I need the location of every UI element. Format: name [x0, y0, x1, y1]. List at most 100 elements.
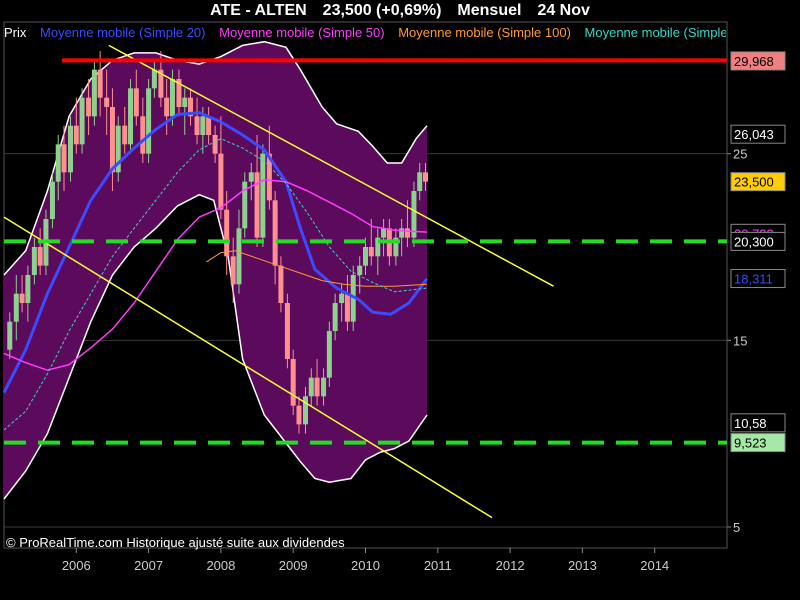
price-label: 18,311: [730, 269, 786, 289]
candle-body: [326, 331, 332, 378]
candle-body: [278, 265, 284, 303]
price-label-text: 23,500: [734, 175, 774, 190]
candle-body: [423, 172, 429, 182]
candle: [290, 349, 296, 415]
candle-body: [49, 181, 55, 219]
price-label: 10,58: [730, 413, 786, 433]
candle-body: [224, 209, 230, 257]
x-tick-label: 2007: [134, 558, 163, 573]
candle-body: [194, 116, 200, 135]
candle-body: [25, 275, 31, 303]
candle: [79, 88, 85, 154]
legend-item-sma50: Moyenne mobile (Simple 50): [219, 25, 385, 40]
candle-body: [31, 247, 37, 275]
candle-body: [218, 153, 224, 210]
candle: [128, 79, 134, 154]
price-label-text: 29,968: [734, 54, 774, 69]
candle: [68, 116, 74, 182]
candle-body: [55, 144, 61, 182]
y-tick-label: 5: [733, 520, 740, 535]
candle-body: [122, 125, 128, 145]
candle-body: [399, 228, 405, 238]
candle: [91, 60, 97, 126]
x-tick-label: 2009: [279, 558, 308, 573]
x-tick-label: 2006: [62, 558, 91, 573]
candle-body: [290, 359, 296, 406]
candle-body: [212, 135, 218, 154]
x-tick-label: 2008: [206, 558, 235, 573]
candle: [326, 321, 332, 387]
candle-body: [260, 153, 266, 238]
legend-item-sma20: Moyenne mobile (Simple 20): [40, 25, 206, 40]
candle-body: [37, 247, 43, 266]
candle-body: [68, 125, 74, 173]
candle-body: [104, 97, 110, 107]
x-tick-label: 2013: [568, 558, 597, 573]
x-tick-label: 2012: [496, 558, 525, 573]
candle-body: [97, 69, 103, 98]
candle-body: [7, 321, 13, 350]
candle-body: [79, 97, 85, 145]
candle: [146, 79, 152, 163]
candle-body: [13, 293, 19, 322]
candle-body: [182, 97, 188, 107]
candle-body: [109, 107, 115, 173]
candle-body: [363, 247, 368, 266]
candle-body: [302, 396, 308, 425]
candle-body: [73, 125, 79, 145]
candle-body: [164, 97, 170, 117]
candle-body: [332, 303, 338, 331]
candle-body: [284, 303, 290, 359]
candle-body: [417, 172, 423, 191]
price-label-text: 26,043: [734, 127, 774, 142]
candle-body: [308, 377, 314, 397]
candle-body: [314, 377, 320, 397]
candle-body: [200, 116, 206, 135]
x-tick-label: 2010: [351, 558, 380, 573]
candle: [242, 172, 248, 238]
y-tick-label: 25: [733, 147, 747, 162]
candle-body: [230, 256, 236, 285]
price-label-text: 10,58: [734, 416, 767, 431]
candle: [115, 116, 121, 182]
price-label: 23,500: [730, 172, 786, 192]
candle-body: [61, 144, 67, 173]
candle-body: [321, 377, 327, 397]
x-tick-label: 2011: [424, 558, 452, 573]
price-label-text: 18,311: [734, 272, 773, 287]
candle-body: [133, 88, 139, 117]
candle-body: [248, 172, 254, 182]
price-label: 26,043: [730, 124, 786, 144]
candle: [411, 181, 417, 247]
legend-item-sma100: Moyenne mobile (Simple 100): [398, 25, 571, 40]
candle-body: [344, 293, 350, 322]
candle-body: [86, 97, 92, 117]
candle-body: [128, 88, 134, 145]
candle-body: [236, 228, 242, 285]
candle-body: [140, 116, 146, 154]
price-label: 9,523: [730, 433, 786, 453]
copyright-notice: © ProRealTime.com Historique ajusté suit…: [6, 535, 345, 550]
candle-body: [357, 265, 363, 275]
legend-item-price: Prix: [4, 25, 27, 40]
candle-body: [404, 228, 410, 238]
candle-body: [169, 79, 175, 117]
price-label: 20,300: [730, 231, 786, 251]
candle-body: [206, 116, 212, 135]
x-tick-label: 2014: [640, 558, 669, 573]
candle-body: [339, 293, 345, 303]
candle-body: [146, 88, 152, 154]
price-label: 29,968: [730, 51, 786, 71]
price-label-text: 20,300: [734, 234, 774, 249]
candle-body: [368, 247, 374, 257]
price-chart[interactable]: 2006 2007 2008 2009 2010 2011 2012 2013 2014 29,9…: [0, 0, 800, 600]
chart-legend: Prix Moyenne mobile (Simple 20) Moyenne …: [4, 24, 726, 42]
candle-body: [91, 69, 97, 117]
y-tick-label: 15: [733, 333, 747, 348]
candle: [284, 293, 290, 369]
candle-body: [381, 228, 387, 238]
candle-body: [151, 69, 157, 89]
candle-body: [272, 200, 278, 266]
legend-item-sma200: Moyenne mobile (Simple 200): [584, 25, 726, 40]
candle-body: [19, 293, 25, 303]
